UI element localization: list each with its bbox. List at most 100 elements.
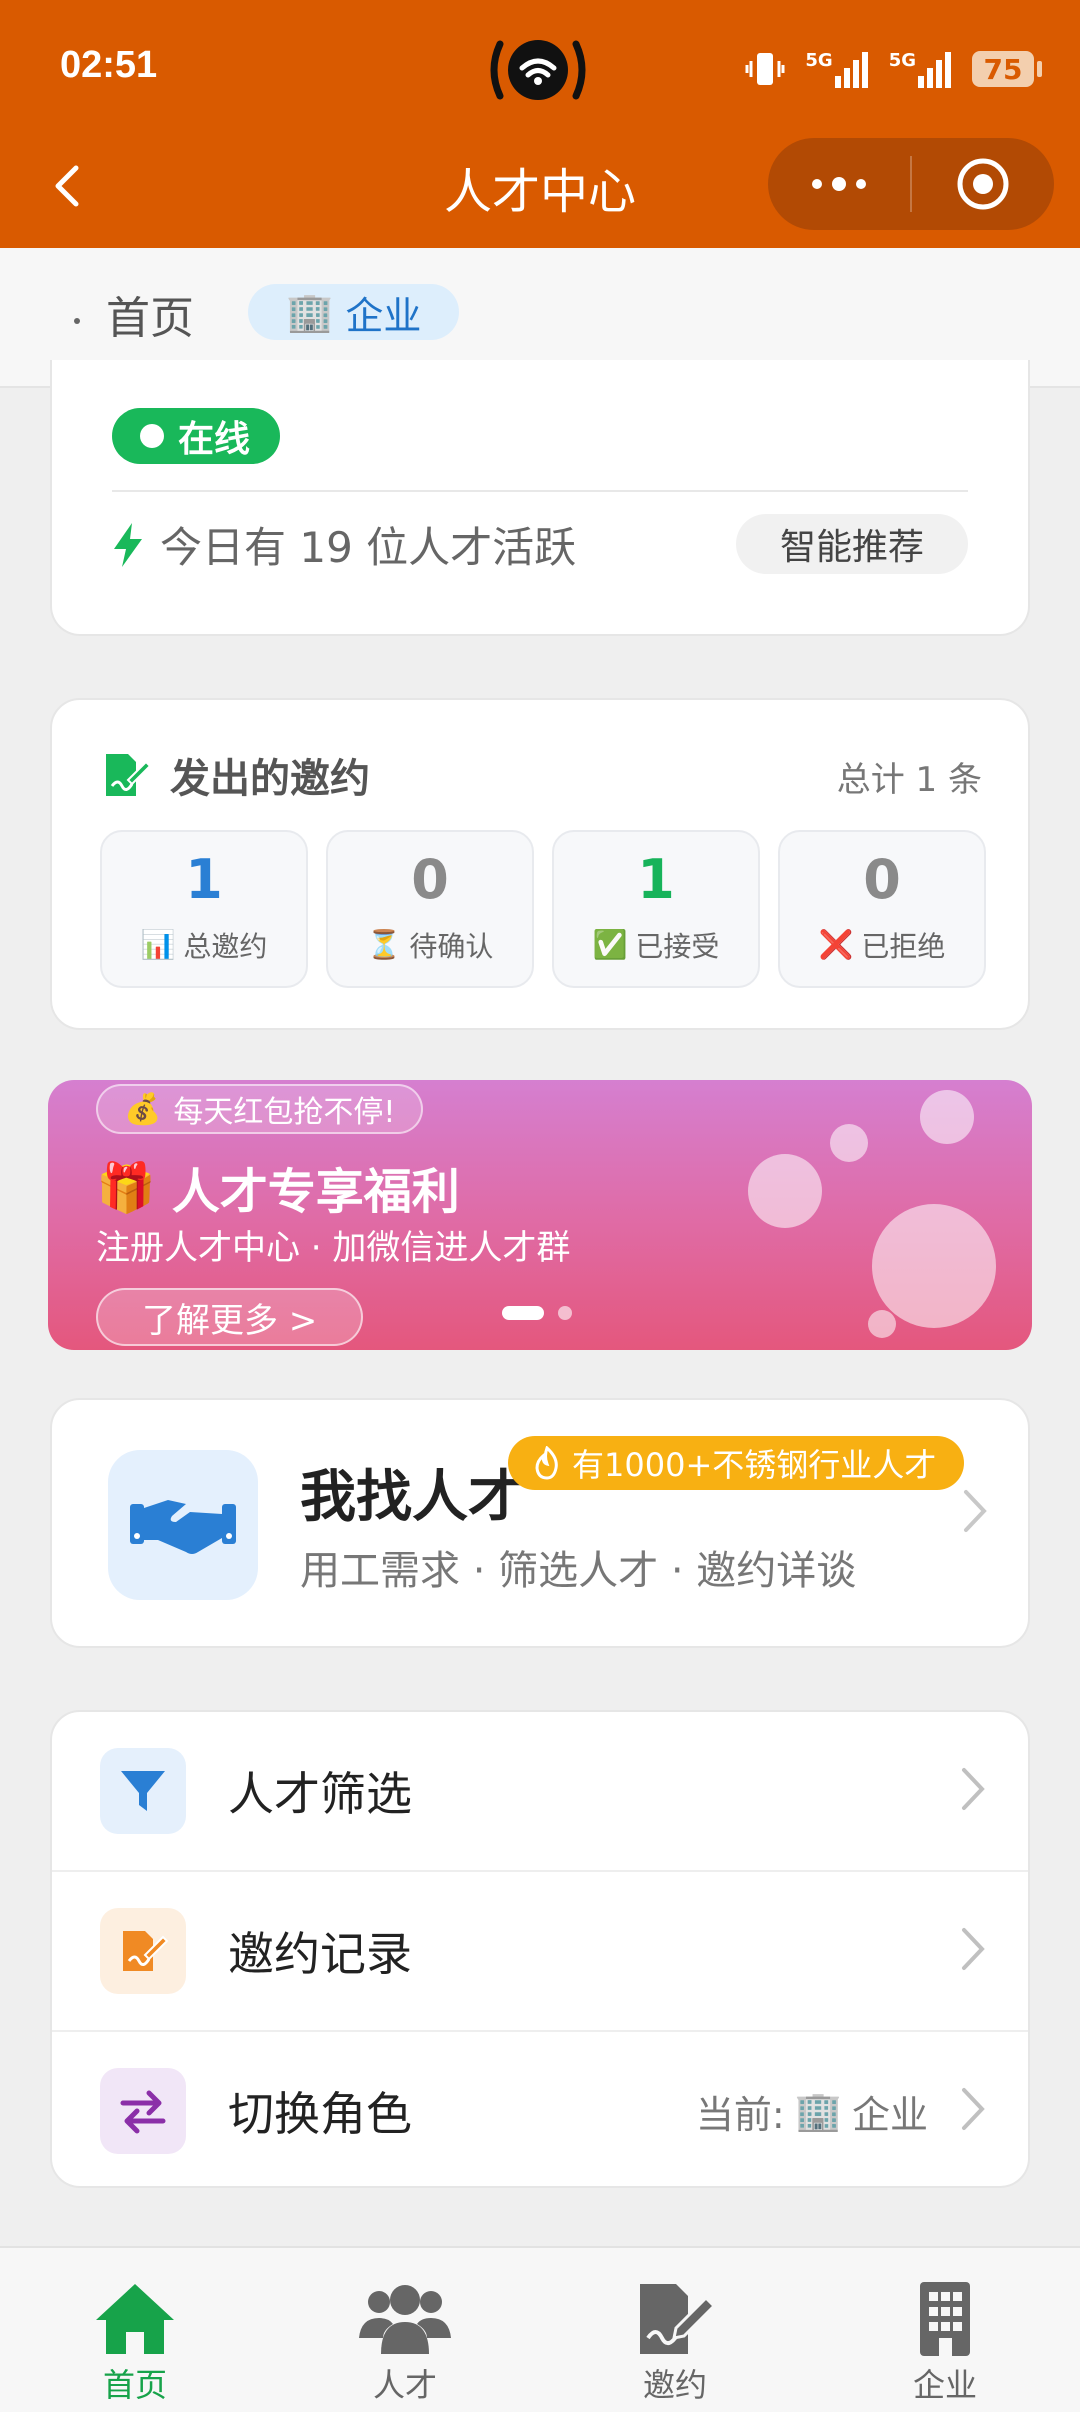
stat-value: 1 bbox=[185, 848, 223, 911]
stat-value: 0 bbox=[411, 848, 449, 911]
online-dot-icon bbox=[140, 424, 164, 448]
stat-value: 0 bbox=[863, 848, 901, 911]
cross-mark-icon: ❌ bbox=[818, 928, 854, 961]
menu-item-talent-filter[interactable]: 人才筛选 bbox=[52, 1712, 1028, 1870]
stat-label: 已接受 bbox=[635, 930, 720, 963]
more-dots-icon[interactable] bbox=[768, 138, 910, 230]
talent-count-badge: 有1000+不锈钢行业人才 bbox=[508, 1436, 965, 1490]
vibrate-icon bbox=[745, 53, 785, 85]
invitation-stats: 1 📊 总邀约 0 ⏳ 待确认 1 ✅ 已接受 0 ❌ 已拒绝 bbox=[100, 830, 986, 988]
stat-accepted[interactable]: 1 ✅ 已接受 bbox=[552, 830, 760, 988]
banner-title: 🎁 人才专享福利 bbox=[96, 1152, 460, 1222]
edit-document-icon bbox=[100, 1908, 186, 1994]
mini-program-capsule bbox=[768, 138, 1054, 230]
hourglass-icon: ⏳ bbox=[366, 928, 402, 961]
menu-item-invite-records[interactable]: 邀约记录 bbox=[52, 1872, 1028, 2030]
current-role-value: 企业 bbox=[851, 2092, 928, 2137]
menu-item-label: 人才筛选 bbox=[228, 1767, 412, 1821]
stat-total[interactable]: 1 📊 总邀约 bbox=[100, 830, 308, 988]
home-icon bbox=[96, 2284, 174, 2354]
stat-label-row: ⏳ 待确认 bbox=[367, 925, 494, 965]
promo-banner[interactable]: 💰 每天红包抢不停! 🎁 人才专享福利 注册人才中心 · 加微信进人才群 了解更… bbox=[48, 1080, 1032, 1350]
find-talent-card[interactable]: 我找人才 用工需求 · 筛选人才 · 邀约详谈 有1000+不锈钢行业人才 bbox=[50, 1398, 1030, 1648]
stat-label-row: 📊 总邀约 bbox=[141, 925, 268, 965]
breadcrumb-home-label: 首页 bbox=[106, 293, 194, 344]
learn-more-button[interactable]: 了解更多 > bbox=[96, 1288, 364, 1346]
stat-pending[interactable]: 0 ⏳ 待确认 bbox=[326, 830, 534, 988]
tab-invite[interactable]: 邀约 bbox=[540, 2248, 810, 2412]
breadcrumb-home[interactable]: 首页 bbox=[74, 282, 194, 346]
bar-chart-icon: 📊 bbox=[140, 928, 176, 961]
signal-5g-label-2: 5G bbox=[888, 50, 916, 71]
breadcrumb-current[interactable]: 🏢 企业 bbox=[248, 284, 460, 340]
online-label: 在线 bbox=[178, 419, 251, 460]
decor-circle bbox=[872, 1204, 996, 1328]
dot-icon bbox=[74, 318, 80, 324]
breadcrumb-current-label: 企业 bbox=[345, 293, 422, 338]
tab-bar: 首页 人才 邀约 企业 bbox=[0, 2246, 1080, 2412]
banner-subtitle: 注册人才中心 · 加微信进人才群 bbox=[96, 1228, 571, 1268]
money-bag-icon: 💰 bbox=[124, 1091, 162, 1127]
stat-label-row: ❌ 已拒绝 bbox=[819, 925, 946, 965]
building-icon: 🏢 bbox=[794, 2088, 842, 2133]
hotspot-icon bbox=[486, 36, 590, 104]
current-role: 当前: 🏢 企业 bbox=[696, 2084, 928, 2139]
handshake-icon bbox=[108, 1450, 258, 1600]
users-icon bbox=[359, 2285, 451, 2354]
filter-icon bbox=[100, 1748, 186, 1834]
fire-icon bbox=[535, 1446, 558, 1480]
carousel-dot[interactable] bbox=[558, 1306, 572, 1320]
tab-label: 人才 bbox=[372, 2366, 437, 2404]
status-bar: 02:51 5G 5G 75 bbox=[0, 0, 1080, 130]
smart-recommend-button[interactable]: 智能推荐 bbox=[735, 514, 968, 574]
banner-title-text: 人才专享福利 bbox=[171, 1164, 460, 1220]
chevron-right-icon bbox=[960, 1486, 990, 1540]
stat-rejected[interactable]: 0 ❌ 已拒绝 bbox=[778, 830, 986, 988]
tab-label: 企业 bbox=[912, 2366, 977, 2404]
lightning-icon bbox=[114, 522, 142, 567]
carousel-dot-active[interactable] bbox=[502, 1306, 544, 1320]
chevron-right-icon bbox=[958, 1924, 988, 1978]
signal-5g-label: 5G bbox=[805, 50, 833, 71]
building-icon bbox=[920, 2282, 970, 2356]
current-role-prefix: 当前: bbox=[695, 2092, 785, 2137]
battery-indicator: 75 bbox=[972, 51, 1042, 87]
target-circle-icon[interactable] bbox=[912, 138, 1054, 230]
banner-pill: 💰 每天红包抢不停! bbox=[96, 1084, 424, 1134]
tab-home[interactable]: 首页 bbox=[0, 2248, 270, 2412]
menu-list: 人才筛选 邀约记录 切换角色 当前: 🏢 企业 bbox=[50, 1710, 1030, 2188]
signal-5g-icon: 5G bbox=[805, 50, 868, 88]
status-time: 02:51 bbox=[60, 44, 158, 86]
nav-bar: 人才中心 bbox=[0, 130, 1080, 248]
invitations-title: 发出的邀约 bbox=[170, 756, 370, 802]
check-mark-icon: ✅ bbox=[592, 928, 628, 961]
tab-talent[interactable]: 人才 bbox=[270, 2248, 540, 2412]
find-talent-title: 我找人才 bbox=[300, 1465, 524, 1530]
tab-company[interactable]: 企业 bbox=[810, 2248, 1080, 2412]
menu-item-label: 切换角色 bbox=[228, 2087, 412, 2141]
decor-circle bbox=[868, 1310, 896, 1338]
document-sign-icon bbox=[106, 754, 150, 796]
decor-circle bbox=[920, 1090, 974, 1144]
invitations-card: 发出的邀约 总计 1 条 1 📊 总邀约 0 ⏳ 待确认 1 ✅ 已接受 0 ❌ 已拒绝 bbox=[50, 698, 1030, 1030]
find-talent-subtitle: 用工需求 · 筛选人才 · 邀约详谈 bbox=[300, 1548, 857, 1594]
chevron-right-icon bbox=[958, 2084, 988, 2138]
swap-arrows-icon bbox=[100, 2068, 186, 2154]
gift-icon: 🎁 bbox=[96, 1159, 156, 1216]
signal-5g-icon-2: 5G bbox=[889, 50, 952, 88]
stat-value: 1 bbox=[637, 848, 675, 911]
divider bbox=[112, 490, 968, 492]
chevron-right-icon bbox=[958, 1764, 988, 1818]
stat-label-row: ✅ 已接受 bbox=[593, 925, 720, 965]
stat-label: 待确认 bbox=[409, 930, 494, 963]
active-talent-text: 今日有 19 位人才活跃 bbox=[160, 523, 577, 572]
stat-label: 总邀约 bbox=[183, 930, 268, 963]
tab-label: 邀约 bbox=[642, 2366, 707, 2404]
menu-item-switch-role[interactable]: 切换角色 当前: 🏢 企业 bbox=[52, 2032, 1028, 2190]
invitations-header: 发出的邀约 bbox=[100, 746, 370, 804]
signature-icon bbox=[640, 2284, 717, 2354]
decor-circle bbox=[748, 1154, 822, 1228]
overview-card: 在线 今日有 19 位人才活跃 智能推荐 bbox=[50, 360, 1030, 636]
top-bar: 02:51 5G 5G 75 人才中心 bbox=[0, 0, 1080, 248]
decor-circle bbox=[830, 1124, 868, 1162]
